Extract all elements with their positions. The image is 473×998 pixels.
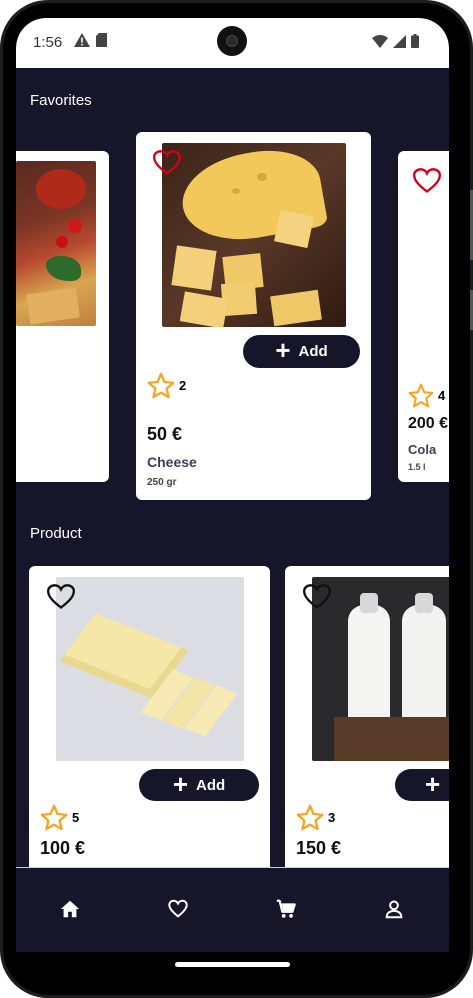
price: 50 € [147, 424, 183, 444]
cheese-cube-shape [270, 289, 322, 327]
price: 100 € [40, 838, 86, 858]
add-button-label: Add [196, 776, 226, 794]
milk-bottle-shape [348, 605, 390, 735]
tomato-shape [56, 236, 68, 248]
salsa-chips-image [16, 161, 96, 326]
add-to-cart-button[interactable]: + Add [243, 335, 360, 368]
price: 200 € [408, 415, 449, 432]
heart-icon[interactable] [167, 898, 189, 920]
battery-icon [411, 34, 419, 48]
wooden-crate-shape [334, 717, 449, 761]
product-name: Cola [408, 442, 437, 457]
rating: 2 [147, 372, 186, 399]
rating-value: 2 [179, 378, 187, 393]
plus-icon: + [425, 768, 441, 799]
chip-shape [26, 287, 80, 325]
products-title: Product [30, 525, 82, 542]
cheese-cube-shape [171, 245, 217, 291]
product-card-butter[interactable]: + Add 5 100 € [29, 566, 270, 876]
status-time: 1:56 [33, 34, 63, 51]
rating: 4 [408, 383, 445, 408]
product-name: Cheese [147, 454, 197, 470]
favorite-card-partial-left[interactable] [16, 151, 109, 482]
warning-icon [74, 33, 90, 47]
product-quantity: 250 gr [147, 477, 177, 488]
milk-bottle-shape [402, 605, 446, 735]
rating-value: 5 [72, 810, 80, 825]
user-icon[interactable] [383, 898, 405, 920]
rating-value: 3 [328, 810, 336, 825]
favorite-heart-icon[interactable] [413, 168, 441, 194]
favorite-heart-icon[interactable] [47, 584, 75, 610]
star-icon [296, 804, 324, 831]
favorite-heart-icon[interactable] [303, 584, 331, 610]
product-card-milk[interactable]: + 3 150 € [285, 566, 449, 876]
cheese-hole [232, 188, 240, 194]
bottom-navigation [16, 867, 449, 952]
herb-shape [46, 256, 81, 281]
rating-value: 4 [438, 388, 446, 403]
home-icon[interactable] [59, 898, 81, 920]
front-camera [217, 26, 247, 56]
screen: 1:56 Favorites + Add 2 50 € Cheese 250 g… [16, 18, 449, 952]
plus-icon: + [275, 335, 291, 365]
phone-frame: 1:56 Favorites + Add 2 50 € Cheese 250 g… [0, 0, 473, 998]
favorites-title: Favorites [30, 92, 92, 109]
home-indicator[interactable] [175, 962, 290, 967]
butter-image [56, 577, 244, 761]
rating: 3 [296, 804, 335, 831]
status-icons-right [372, 34, 419, 48]
cart-icon[interactable] [275, 898, 297, 920]
add-to-cart-button[interactable]: + Add [139, 769, 259, 801]
add-to-cart-button[interactable]: + [395, 769, 449, 801]
cheese-image [162, 143, 346, 327]
cheese-cube-shape [274, 209, 314, 249]
tomato-shape [68, 219, 82, 233]
bottle-cap-shape [360, 593, 378, 613]
price: 150 € [296, 838, 342, 858]
favorite-card-cheese[interactable]: + Add 2 50 € Cheese 250 gr [136, 132, 371, 500]
add-button-label: Add [298, 343, 328, 360]
product-quantity: 1.5 l [408, 462, 426, 472]
rating: 5 [40, 804, 79, 831]
milk-image [312, 577, 449, 761]
plus-icon: + [172, 768, 188, 799]
status-bar: 1:56 [16, 18, 449, 68]
star-icon [408, 383, 434, 408]
star-icon [147, 372, 175, 399]
salsa-bowl-shape [36, 169, 86, 209]
signal-icon [393, 34, 406, 48]
bottle-cap-shape [415, 593, 433, 613]
favorite-heart-icon[interactable] [153, 150, 181, 176]
favorite-card-cola[interactable]: 4 200 € Cola 1.5 l [398, 151, 449, 482]
status-icons-left [74, 33, 107, 47]
wifi-icon [372, 34, 388, 48]
star-icon [40, 804, 68, 831]
sd-card-icon [96, 33, 107, 47]
cheese-hole [257, 173, 267, 181]
